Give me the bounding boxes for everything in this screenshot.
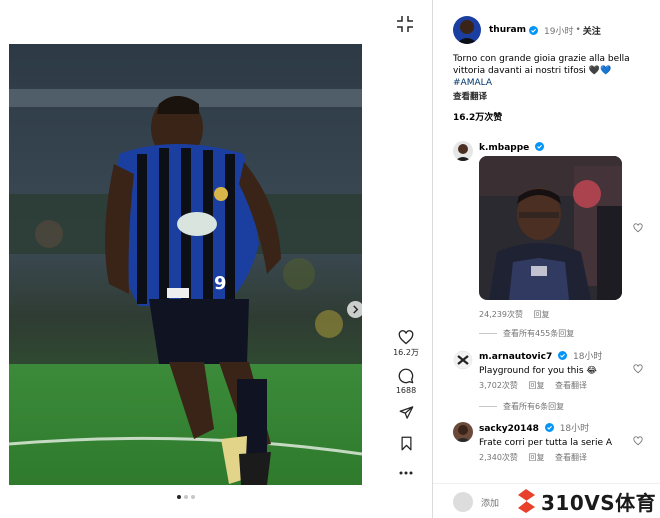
collapse-icon[interactable] (395, 14, 415, 34)
carousel-dot-active (177, 495, 181, 499)
replies-line (479, 406, 497, 407)
post-caption: Torno con grande gioia grazie alla bella… (453, 53, 643, 89)
more-icon[interactable] (399, 471, 413, 475)
comment-footer: 24,239次赞 回复 (479, 309, 558, 320)
comment-likes[interactable]: 24,239次赞 (479, 310, 523, 319)
view-replies-label: 查看所有455条回复 (503, 329, 575, 338)
verified-icon (544, 423, 554, 432)
post-time: 19小时 (544, 26, 574, 37)
comment-footer: 2,340次赞 回复 查看翻译 (479, 452, 649, 463)
commenter-username[interactable]: sacky20148 (479, 424, 539, 434)
heart-icon[interactable] (398, 330, 414, 345)
instagram-post-modal: 9 16.2万 1688 thuram 19小时 • 关注 Torno con … (0, 0, 660, 518)
replies-line (479, 333, 497, 334)
separator-dot: • (575, 25, 581, 35)
reply-button[interactable]: 回复 (528, 381, 544, 390)
comment-footer: 3,702次赞 回复 查看翻译 (479, 380, 649, 391)
chevron-right-icon (353, 305, 359, 314)
comment-body: sacky20148 18小时 Frate corri per tutta la… (479, 423, 649, 463)
action-bar: 16.2万 1688 (386, 330, 426, 475)
bookmark-icon[interactable] (400, 436, 413, 451)
carousel-next-button[interactable] (347, 301, 362, 318)
carousel-indicator (177, 495, 195, 499)
comment-text: Playground for you this 😂 (479, 366, 597, 376)
follow-button[interactable]: 关注 (583, 24, 601, 37)
comment-time: 18小时 (559, 424, 590, 434)
like-count: 16.2万 (393, 348, 419, 357)
verified-icon (529, 25, 539, 35)
reply-button[interactable]: 回复 (528, 453, 544, 462)
commenter-avatar[interactable] (453, 350, 473, 370)
comment-body: m.arnautovic7 18小时 Playground for you th… (479, 351, 649, 391)
comment-header: sacky20148 18小时 (479, 423, 649, 435)
comments-panel: thuram 19小时 • 关注 Torno con grande gioia … (433, 0, 660, 518)
likes-count[interactable]: 16.2万次赞 (453, 110, 502, 123)
reply-button[interactable]: 回复 (534, 310, 550, 319)
comment-count: 1688 (395, 386, 417, 395)
comment-header: k.mbappe (479, 142, 649, 154)
author-avatar[interactable] (453, 16, 481, 44)
comment-time: 18小时 (572, 352, 603, 362)
comment-likes[interactable]: 2,340次赞 (479, 453, 518, 462)
emoji-icon[interactable] (453, 492, 473, 512)
carousel-dot (191, 495, 195, 499)
more-action[interactable] (399, 471, 413, 475)
carousel-dot (184, 495, 188, 499)
comment-likes[interactable]: 3,702次赞 (479, 381, 518, 390)
comment-item: sacky20148 18小时 Frate corri per tutta la… (453, 422, 653, 468)
comment-action[interactable]: 1688 (396, 368, 416, 395)
verified-icon (535, 142, 545, 151)
media-area: 9 16.2万 1688 (0, 0, 432, 518)
comment-image[interactable] (479, 156, 622, 300)
like-action[interactable]: 16.2万 (393, 330, 419, 358)
comment-like-icon[interactable] (633, 436, 643, 446)
caption-text: Torno con grande gioia grazie alla bella… (453, 54, 630, 76)
send-icon[interactable] (399, 405, 414, 420)
save-action[interactable] (400, 436, 413, 451)
watermark: 310VS体育 (515, 484, 660, 518)
svg-text:9: 9 (214, 273, 227, 294)
translate-button[interactable]: 查看翻译 (555, 381, 587, 390)
comment-like-icon[interactable] (633, 223, 643, 233)
post-header: thuram 19小时 • 关注 (453, 16, 601, 44)
author-username[interactable]: thuram (489, 25, 526, 35)
see-translation-link[interactable]: 查看翻译 (453, 90, 487, 102)
watermark-logo-icon (518, 489, 535, 513)
commenter-username[interactable]: m.arnautovic7 (479, 352, 552, 362)
comment-text: Frate corri per tutta la serie A (479, 438, 613, 448)
view-replies-label: 查看所有6条回复 (503, 402, 565, 411)
translate-button[interactable]: 查看翻译 (555, 453, 587, 462)
comment-body: k.mbappe (479, 142, 649, 154)
comment-icon[interactable] (398, 368, 414, 384)
share-action[interactable] (399, 405, 414, 420)
comment-item: m.arnautovic7 18小时 Playground for you th… (453, 350, 653, 396)
caption-hashtag[interactable]: #AMALA (453, 78, 492, 88)
post-image[interactable]: 9 (9, 44, 362, 485)
commenter-avatar[interactable] (453, 422, 473, 442)
comment-header: m.arnautovic7 18小时 (479, 351, 649, 363)
verified-icon (558, 351, 568, 360)
view-replies-button[interactable]: 查看所有6条回复 (479, 401, 564, 412)
watermark-text: 310VS体育 (541, 490, 657, 515)
comment-input[interactable]: 添加 (481, 496, 499, 509)
commenter-avatar[interactable] (453, 141, 473, 161)
view-replies-button[interactable]: 查看所有455条回复 (479, 328, 574, 339)
comment-like-icon[interactable] (633, 364, 643, 374)
commenter-username[interactable]: k.mbappe (479, 143, 529, 153)
